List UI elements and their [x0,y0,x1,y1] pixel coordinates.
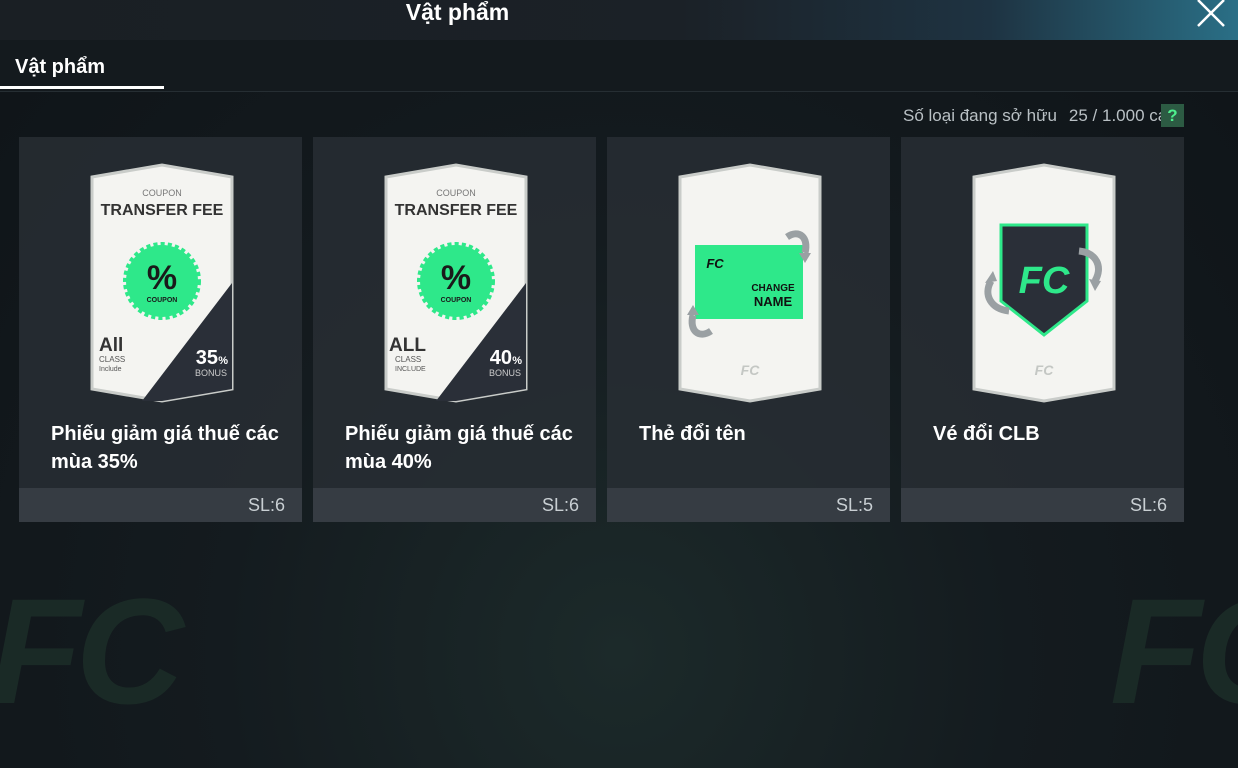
item-name: Vé đổi CLB [933,423,1040,445]
change-name-card-icon: FC CHANGE NAME FC [678,163,822,403]
page-title: Vật phẩm [405,0,510,25]
svg-text:NAME: NAME [754,294,793,309]
svg-text:CLASS: CLASS [99,355,125,364]
owned-label: Số loại đang sở hữu [903,106,1057,125]
svg-text:FC: FC [741,362,761,378]
svg-text:%: % [512,355,522,367]
svg-text:COUPON: COUPON [441,297,472,304]
item-footer: SL:6 [901,488,1184,522]
svg-text:35: 35 [196,347,218,369]
item-name: Thẻ đổi tên [639,423,746,445]
item-footer: SL:5 [607,488,890,522]
background-watermark-left: FC [0,567,184,735]
svg-text:COUPON: COUPON [142,188,182,198]
transfer-fee-coupon-icon: COUPON TRANSFER FEE % COUPON ALL CLASS I… [384,163,528,403]
item-quantity: SL:6 [541,495,579,515]
item-quantity: SL:6 [1129,495,1167,515]
svg-text:BONUS: BONUS [489,368,521,378]
item-card[interactable]: FC CHANGE NAME FC Thẻ đổi tên SL:5 [607,137,890,522]
item-name: Phiếu giảm giá thuế các mùa 40% [345,423,573,473]
svg-text:%: % [218,355,228,367]
inventory-counter: Số loại đang sở hữu 25 / 1.000 cái [903,104,1186,128]
item-card[interactable]: COUPON TRANSFER FEE % COUPON All CLASS I… [19,137,302,522]
svg-text:ALL: ALL [389,335,426,356]
club-change-ticket-icon: FC FC [972,163,1116,403]
svg-text:BONUS: BONUS [195,368,227,378]
transfer-fee-coupon-icon: COUPON TRANSFER FEE % COUPON All CLASS I… [90,163,234,403]
title-bar: Vật phẩm [0,0,1238,40]
tab-active-indicator [0,86,164,89]
svg-text:FC: FC [1019,260,1070,302]
svg-text:%: % [147,259,177,297]
item-quantity: SL:6 [247,495,285,515]
item-card[interactable]: FC FC Vé đổi CLB SL:6 [901,137,1184,522]
svg-text:%: % [441,259,471,297]
background-watermark-right: FC [1110,567,1238,735]
svg-text:TRANSFER FEE: TRANSFER FEE [395,202,518,219]
svg-text:CHANGE: CHANGE [751,283,795,294]
svg-text:INCLUDE: INCLUDE [395,366,426,373]
tab-bar: Vật phẩm [0,40,1238,92]
item-quantity: SL:5 [835,495,873,515]
help-button[interactable]: ? [1161,104,1184,127]
svg-text:COUPON: COUPON [436,188,476,198]
divider [0,91,1238,92]
close-button[interactable] [1194,0,1228,28]
item-card[interactable]: COUPON TRANSFER FEE % COUPON ALL CLASS I… [313,137,596,522]
tab-label: Vật phẩm [15,56,106,78]
owned-count: 25 / 1.000 cái [1068,106,1171,125]
svg-text:Include: Include [99,366,122,373]
svg-text:40: 40 [490,347,512,369]
item-footer: SL:6 [19,488,302,522]
svg-text:COUPON: COUPON [147,297,178,304]
tab-items[interactable]: Vật phẩm [0,40,164,92]
svg-text:All: All [99,335,123,356]
svg-text:FC: FC [706,256,724,271]
item-footer: SL:6 [313,488,596,522]
item-name: Phiếu giảm giá thuế các mùa 35% [51,423,279,473]
svg-text:CLASS: CLASS [395,355,421,364]
close-icon [1197,0,1225,27]
svg-text:FC: FC [1035,362,1055,378]
svg-text:TRANSFER FEE: TRANSFER FEE [101,202,224,219]
